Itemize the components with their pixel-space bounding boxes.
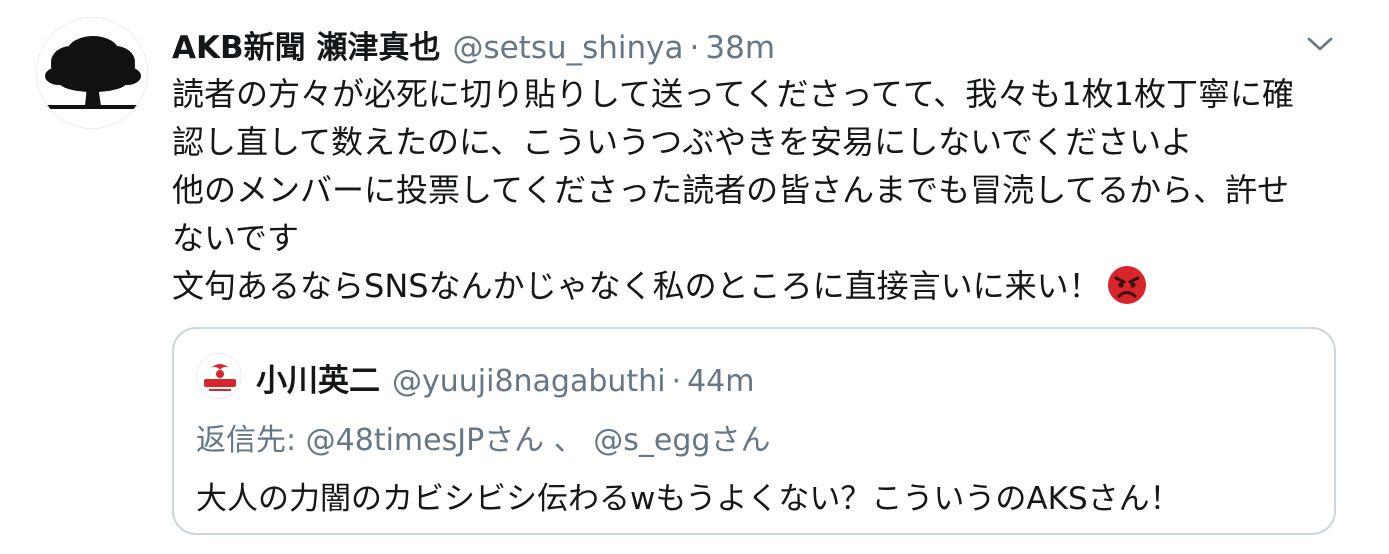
reply-context: 返信先: @48timesJPさん 、 @s_eggさん bbox=[196, 415, 770, 459]
nissin-logo-icon bbox=[197, 354, 241, 398]
tweet-text-line: ないです bbox=[172, 219, 300, 257]
quoted-tweet-text: 大人の力闇のカビシビシ伝わるwもうよくない？こういうのAKSさん！ bbox=[196, 481, 1181, 517]
tweet-text-line: 認し直して数えたのに、こういうつぶやきを安易にしないでくださいよ bbox=[172, 123, 1193, 161]
quoted-user-handle[interactable]: @yuuji8nagabuthi bbox=[392, 364, 666, 399]
tree-icon bbox=[37, 18, 147, 128]
quoted-separator-dot: · bbox=[671, 364, 682, 399]
user-handle[interactable]: @setsu_shinya bbox=[452, 30, 683, 66]
tweet-text-line: 読者の方々が必死に切り貼りして送ってくださってて、我々も1枚1枚丁寧に確 bbox=[172, 75, 1295, 113]
quoted-timestamp[interactable]: 44m bbox=[687, 364, 754, 399]
reply-prefix: 返信先: bbox=[196, 423, 306, 458]
tweet-text: 読者の方々が必死に切り貼りして送ってくださってて、我々も1枚1枚丁寧に確 認し直… bbox=[172, 70, 1332, 318]
display-name[interactable]: AKB新聞 瀬津真也 bbox=[172, 22, 440, 67]
tweet-text-line: 文句あるならSNSなんかじゃなく私のところに直接言いに来い！ bbox=[172, 267, 1101, 305]
tweet-text-line-last: 文句あるならSNSなんかじゃなく私のところに直接言いに来い！ bbox=[172, 262, 1332, 318]
tweet-header: AKB新聞 瀬津真也 @setsu_shinya · 38m bbox=[172, 22, 775, 67]
tweet: AKB新聞 瀬津真也 @setsu_shinya · 38m 読者の方々が必死に… bbox=[0, 0, 1389, 554]
angry-face-icon bbox=[1107, 265, 1147, 318]
reply-mention-1[interactable]: @48timesJPさん bbox=[306, 423, 545, 458]
quoted-display-name[interactable]: 小川英二 bbox=[256, 355, 380, 400]
reply-mention-2[interactable]: @s_eggさん bbox=[593, 423, 770, 458]
avatar[interactable] bbox=[36, 17, 148, 129]
quoted-tweet[interactable]: 小川英二 @yuuji8nagabuthi · 44m 返信先: @48time… bbox=[172, 327, 1336, 535]
reply-joiner: 、 bbox=[544, 423, 594, 458]
separator-dot: · bbox=[689, 30, 700, 66]
timestamp[interactable]: 38m bbox=[705, 30, 775, 66]
quoted-header: 小川英二 @yuuji8nagabuthi · 44m bbox=[256, 355, 754, 400]
tweet-text-line: 他のメンバーに投票してくださった読者の皆さんまでも冒涜してるから、許せ bbox=[172, 171, 1290, 209]
chevron-down-icon[interactable] bbox=[1300, 26, 1340, 62]
quoted-avatar[interactable] bbox=[196, 353, 242, 399]
